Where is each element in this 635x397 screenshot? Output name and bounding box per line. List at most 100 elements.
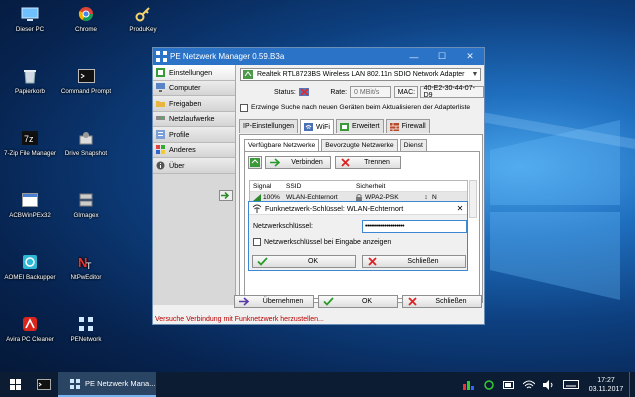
svg-text:T: T xyxy=(86,261,92,270)
desktop-icon-drive-snapshot[interactable]: Drive Snapshot xyxy=(56,129,116,157)
desktop-icon-papierkorb[interactable]: Papierkorb xyxy=(0,67,60,95)
battery-icon[interactable] xyxy=(502,379,516,391)
chart-app-icon[interactable] xyxy=(462,379,476,391)
svg-text:7z: 7z xyxy=(24,134,34,144)
wifi-key-dialog: Funknetzwerk-Schlüssel: WLAN-Echternort … xyxy=(248,201,468,271)
status-message: Versuche Verbindung mit Funknetzwerk her… xyxy=(155,316,324,323)
window-titlebar[interactable]: PE Netzwerk Manager 0.59.B3a — ☐ ✕ xyxy=(153,48,484,65)
networks-scrollbar[interactable] xyxy=(469,180,477,218)
terminal-icon xyxy=(37,379,51,390)
subtab-verfuegbare-netzwerke[interactable]: Verfügbare Netzwerke xyxy=(244,139,320,151)
taskbar-clock[interactable]: 17:27 03.11.2017 xyxy=(583,376,629,394)
desktop-icon-ntpweditor[interactable]: NT NtPwEditor xyxy=(56,253,116,281)
tab-wifi[interactable]: WiFi xyxy=(299,119,334,134)
taskbar-task-pe-network[interactable]: PE Netzwerk Mana... xyxy=(58,372,156,397)
app-window-icon xyxy=(20,191,40,209)
subtab-bevorzugte-netzwerke[interactable]: Bevorzugte Netzwerke xyxy=(321,139,398,151)
arrow-right-icon xyxy=(239,297,250,306)
wifi-tray-icon[interactable] xyxy=(522,379,536,391)
mac-field: 40-E2-30-44-07-D9 xyxy=(419,85,484,99)
tab-firewall[interactable]: Firewall xyxy=(385,119,430,133)
networks-table-header: Signal SSID Sicherheit xyxy=(250,181,467,192)
dialog-close-button[interactable]: Schließen xyxy=(362,255,466,268)
chevron-down-icon: ▼ xyxy=(471,71,479,78)
pe-network-manager-window: PE Netzwerk Manager 0.59.B3a — ☐ ✕ Einst… xyxy=(152,47,485,325)
connect-button[interactable]: Verbinden xyxy=(265,156,331,169)
wifi-icon xyxy=(303,123,313,131)
desktop-icon-7zip[interactable]: 7z 7-Zip File Manager xyxy=(0,129,60,157)
check-icon xyxy=(257,257,268,266)
show-key-row: Netzwerkschlüssel bei Eingabe anzeigen xyxy=(253,238,391,246)
force-search-row: Erzwinge Suche nach neuen Geräten beim A… xyxy=(240,102,485,113)
apply-button[interactable]: Übernehmen xyxy=(234,295,314,308)
close-icon[interactable]: ✕ xyxy=(453,204,467,213)
subtab-dienst[interactable]: Dienst xyxy=(399,139,427,151)
adapter-select[interactable]: Realtek RTL8723BS Wireless LAN 802.11n S… xyxy=(240,68,481,81)
network-adapter-icon xyxy=(243,70,253,79)
network-key-label: Netzwerkschlüssel: xyxy=(253,223,313,230)
taskbar: PE Netzwerk Mana... 17:27 03.11.2017 xyxy=(0,372,635,397)
sidebar-item-computer[interactable]: Computer xyxy=(153,80,235,96)
minimize-icon[interactable]: — xyxy=(400,48,428,65)
network-icon xyxy=(70,378,80,389)
computer-icon xyxy=(156,83,165,93)
avira-icon xyxy=(20,315,40,333)
tab-bar: IP-Einstellungen WiFi Erweitert Firewall xyxy=(239,119,432,134)
advanced-icon xyxy=(339,122,349,131)
dialog-ok-button[interactable]: OK xyxy=(252,255,356,268)
ok-button[interactable]: OK xyxy=(318,295,398,308)
dialog-titlebar[interactable]: Funknetzwerk-Schlüssel: WLAN-Echternort … xyxy=(249,202,467,215)
desktop-icon-aomei[interactable]: AOMEI Backupper xyxy=(0,253,60,281)
sidebar-item-netzlaufwerke[interactable]: Netzlaufwerke xyxy=(153,111,235,127)
sidebar-item-anderes[interactable]: Anderes xyxy=(153,142,235,158)
arrow-right-icon xyxy=(221,192,230,199)
window-title: PE Netzwerk Manager 0.59.B3a xyxy=(170,52,285,61)
maximize-icon[interactable]: ☐ xyxy=(428,48,456,65)
arrow-right-icon xyxy=(270,158,281,167)
tab-ip-einstellungen[interactable]: IP-Einstellungen xyxy=(239,119,298,133)
close-button[interactable]: Schließen xyxy=(402,295,482,308)
signal-strength-icon xyxy=(253,194,261,201)
sidebar-item-einstellungen[interactable]: Einstellungen xyxy=(153,65,235,81)
disconnect-button[interactable]: Trennen xyxy=(335,156,401,169)
network-tray-icon[interactable] xyxy=(482,379,496,391)
computer-icon xyxy=(20,5,40,23)
adapter-status-row: Status: Rate: 0 MBit/s MAC: 40-E2-30-44-… xyxy=(240,85,484,99)
close-icon[interactable]: ✕ xyxy=(456,48,484,65)
x-icon xyxy=(341,158,350,167)
start-button[interactable] xyxy=(0,372,30,397)
show-desktop-button[interactable] xyxy=(629,372,635,397)
password-editor-icon: NT xyxy=(76,253,96,271)
status-disconnected-icon xyxy=(298,88,310,96)
taskbar-terminal[interactable] xyxy=(30,372,58,397)
sort-icon: ↕ xyxy=(424,194,428,201)
desktop-icon-produkey[interactable]: ProduKey xyxy=(113,5,173,33)
backup-icon xyxy=(20,253,40,271)
sidebar-item-freigaben[interactable]: Freigaben xyxy=(153,96,235,112)
desktop-icon-gimagex[interactable]: GImagex xyxy=(56,191,116,219)
sidebar: Einstellungen Computer Freigaben Netzlau… xyxy=(153,65,236,305)
desktop-icon-dieser-pc[interactable]: Dieser PC xyxy=(0,5,60,33)
sidebar-item-profile[interactable]: Profile xyxy=(153,127,235,143)
desktop-icon-chrome[interactable]: Chrome xyxy=(56,5,116,33)
volume-icon[interactable] xyxy=(542,379,556,391)
desktop-icon-avira[interactable]: Avira PC Cleaner xyxy=(0,315,60,343)
desktop-icon-command-prompt[interactable]: Command Prompt xyxy=(56,67,116,95)
settings-icon xyxy=(156,67,165,77)
sidebar-item-ueber[interactable]: Über xyxy=(153,158,235,174)
desktop-icon-penetwork[interactable]: PENetwork xyxy=(56,315,116,343)
network-icon xyxy=(76,315,96,333)
x-icon xyxy=(368,257,377,266)
rate-field: 0 MBit/s xyxy=(350,86,391,98)
force-search-checkbox[interactable] xyxy=(240,103,248,112)
desktop-icon-acbwinpe[interactable]: ACBWinPEx32 xyxy=(0,191,60,219)
tab-erweitert[interactable]: Erweitert xyxy=(335,119,384,133)
refresh-button[interactable] xyxy=(248,156,262,169)
collapse-sidebar-button[interactable] xyxy=(219,190,233,201)
keyboard-icon[interactable] xyxy=(562,379,580,391)
wifi-icon xyxy=(252,204,262,213)
terminal-icon xyxy=(76,67,96,85)
network-key-input[interactable]: •••••••••••••••••••• xyxy=(362,220,467,233)
show-key-checkbox[interactable] xyxy=(253,238,261,246)
recycle-bin-icon xyxy=(20,67,40,85)
